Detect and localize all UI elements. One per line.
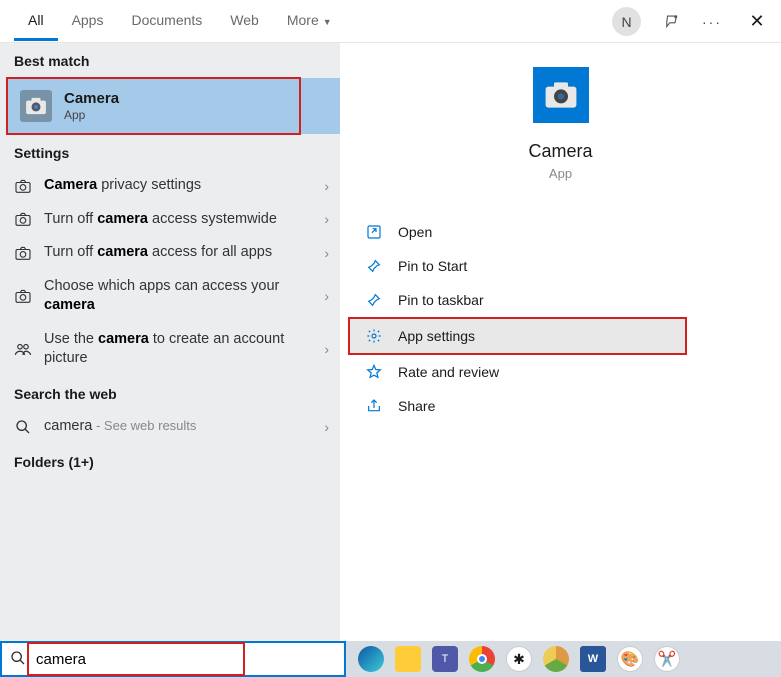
camera-icon: [12, 289, 34, 303]
word-icon[interactable]: W: [580, 646, 606, 672]
pin-icon: [364, 292, 384, 308]
best-match-row: Camera App: [0, 77, 340, 135]
close-button[interactable]: ✕: [743, 8, 771, 36]
preview-subtitle: App: [340, 166, 781, 181]
taskbar-icons: T ✱ W 🎨 ✂️: [346, 641, 781, 677]
action-pin-start[interactable]: Pin to Start: [340, 249, 781, 283]
file-explorer-icon[interactable]: [395, 646, 421, 672]
open-icon: [364, 224, 384, 240]
settings-item-label: Choose which apps can access your camera: [44, 277, 324, 316]
camera-icon: [12, 179, 34, 193]
chrome-icon[interactable]: [469, 646, 495, 672]
chevron-right-icon: ›: [324, 178, 329, 194]
web-item-label: camera - See web results: [44, 417, 324, 437]
main-area: Best match Camera App Settings Camera pr…: [0, 43, 781, 641]
action-label: Pin to Start: [398, 258, 467, 274]
chevron-right-icon: ›: [324, 341, 329, 357]
app-tile-icon[interactable]: [533, 67, 589, 123]
best-match-text: Camera App: [64, 90, 119, 122]
search-icon: [10, 650, 26, 669]
action-open[interactable]: Open: [340, 215, 781, 249]
tab-documents[interactable]: Documents: [117, 1, 216, 41]
feedback-icon[interactable]: [663, 13, 681, 31]
taskbar: T ✱ W 🎨 ✂️: [0, 641, 781, 677]
camera-icon: [12, 246, 34, 260]
web-item-camera[interactable]: camera - See web results ›: [0, 410, 340, 444]
app-preview-header: Camera App: [340, 43, 781, 181]
section-folders: Folders (1+): [0, 444, 340, 478]
tab-web[interactable]: Web: [216, 1, 273, 41]
action-label: App settings: [398, 328, 475, 344]
action-share[interactable]: Share: [340, 389, 781, 423]
search-icon: [12, 419, 34, 435]
preview-title: Camera: [340, 141, 781, 162]
preview-panel: Camera App Open Pin to Start Pin to task…: [340, 43, 781, 641]
people-icon: [12, 341, 34, 357]
gear-icon: [364, 328, 384, 344]
snip-icon[interactable]: ✂️: [654, 646, 680, 672]
search-box[interactable]: [0, 641, 346, 677]
pin-icon: [364, 258, 384, 274]
highlight-search: [27, 642, 245, 676]
settings-item-camera-privacy[interactable]: Camera privacy settings ›: [0, 169, 340, 203]
tab-more[interactable]: More▼: [273, 1, 346, 41]
highlight-app-settings: App settings: [348, 317, 687, 355]
action-label: Pin to taskbar: [398, 292, 484, 308]
action-label: Open: [398, 224, 432, 240]
tab-apps[interactable]: Apps: [58, 1, 118, 41]
tab-all[interactable]: All: [14, 1, 58, 41]
header-controls: N ··· ✕: [612, 7, 771, 36]
best-match-title: Camera: [64, 90, 119, 107]
search-input[interactable]: [30, 645, 241, 673]
action-label: Rate and review: [398, 364, 499, 380]
settings-item-label: Turn off camera access for all apps: [44, 243, 324, 263]
chevron-right-icon: ›: [324, 245, 329, 261]
best-match-item[interactable]: Camera App: [6, 77, 301, 135]
best-match-subtitle: App: [64, 108, 119, 122]
section-search-web: Search the web: [0, 376, 340, 410]
user-avatar[interactable]: N: [612, 7, 641, 36]
chrome-canary-icon[interactable]: [543, 646, 569, 672]
action-pin-taskbar[interactable]: Pin to taskbar: [340, 283, 781, 317]
results-panel: Best match Camera App Settings Camera pr…: [0, 43, 340, 641]
teams-icon[interactable]: T: [432, 646, 458, 672]
slack-icon[interactable]: ✱: [506, 646, 532, 672]
header-bar: All Apps Documents Web More▼ N ··· ✕: [0, 0, 781, 43]
section-best-match: Best match: [0, 43, 340, 77]
chevron-right-icon: ›: [324, 211, 329, 227]
star-icon: [364, 364, 384, 380]
settings-item-label: Camera privacy settings: [44, 176, 324, 196]
settings-item-choose-apps[interactable]: Choose which apps can access your camera…: [0, 270, 340, 323]
preview-actions: Open Pin to Start Pin to taskbar App set…: [340, 215, 781, 423]
action-rate-review[interactable]: Rate and review: [340, 355, 781, 389]
camera-app-icon: [20, 90, 52, 122]
share-icon: [364, 398, 384, 414]
edge-icon[interactable]: [358, 646, 384, 672]
settings-item-label: Use the camera to create an account pict…: [44, 330, 324, 369]
paint-icon[interactable]: 🎨: [617, 646, 643, 672]
settings-item-turn-off-all-apps[interactable]: Turn off camera access for all apps ›: [0, 236, 340, 270]
settings-item-turn-off-systemwide[interactable]: Turn off camera access systemwide ›: [0, 203, 340, 237]
chevron-right-icon: ›: [324, 288, 329, 304]
filter-tabs: All Apps Documents Web More▼: [14, 1, 346, 41]
more-icon[interactable]: ···: [703, 13, 721, 31]
best-match-highlight-ext: [301, 78, 340, 134]
camera-icon: [12, 212, 34, 226]
chevron-right-icon: ›: [324, 419, 329, 435]
action-label: Share: [398, 398, 435, 414]
section-settings: Settings: [0, 135, 340, 169]
chevron-down-icon: ▼: [323, 17, 332, 27]
action-app-settings[interactable]: App settings: [350, 319, 685, 353]
settings-item-label: Turn off camera access systemwide: [44, 210, 324, 230]
settings-item-account-picture[interactable]: Use the camera to create an account pict…: [0, 323, 340, 376]
